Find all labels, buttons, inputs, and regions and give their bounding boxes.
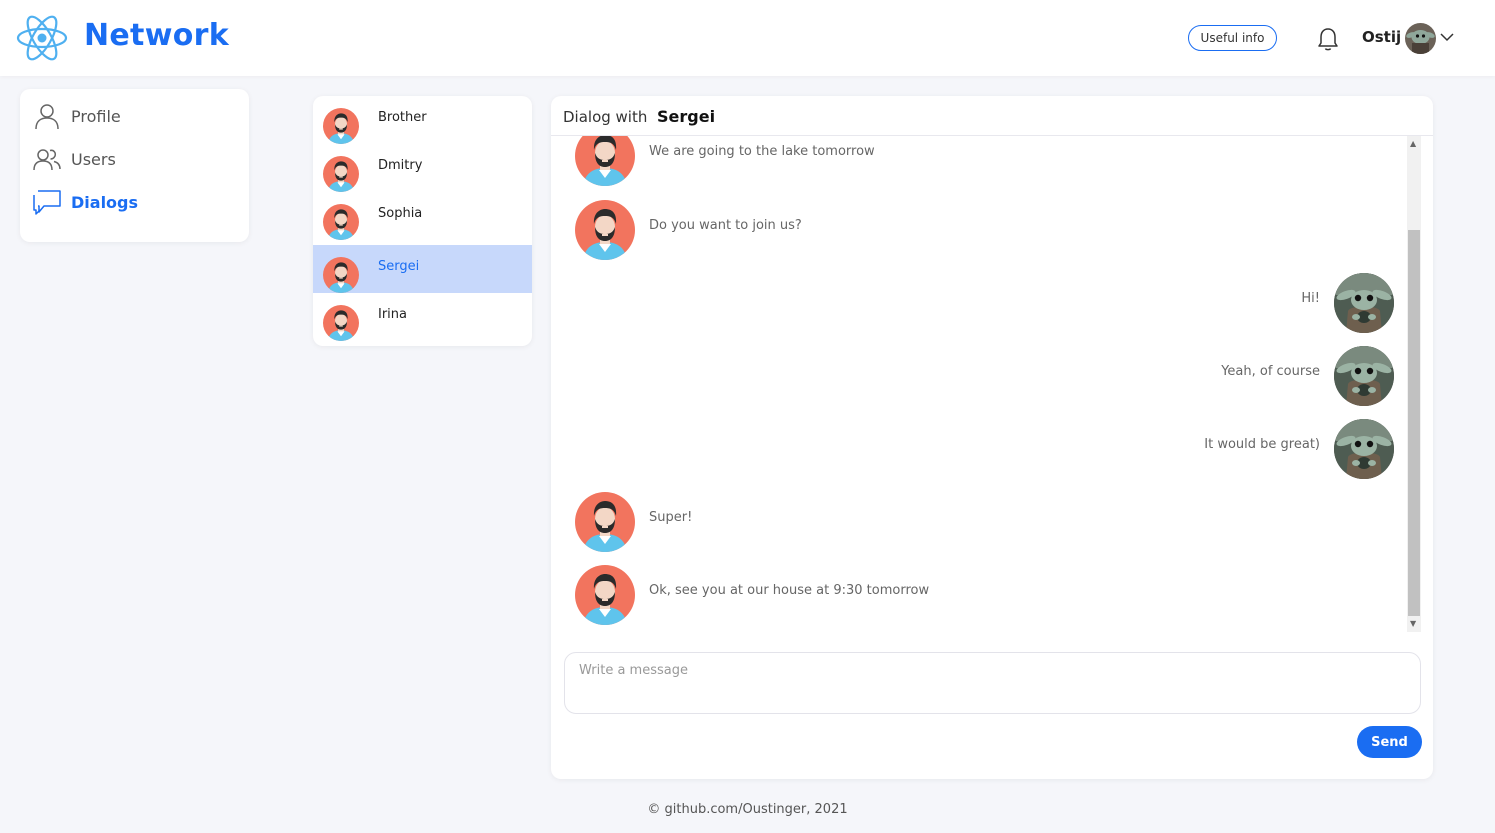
avatar	[323, 108, 359, 144]
message-text: Ok, see you at our house at 9:30 tomorro…	[649, 583, 930, 598]
avatar	[323, 305, 359, 341]
current-user-name[interactable]: Ostij	[1362, 28, 1401, 46]
chat-bubble-icon	[33, 190, 61, 215]
dialog-item-brother[interactable]: Brother	[313, 96, 532, 144]
avatar	[575, 565, 635, 625]
dialog-name: Sophia	[378, 206, 423, 221]
sidebar-item-label: Profile	[71, 106, 121, 126]
scroll-up-icon[interactable]: ▲	[1410, 140, 1416, 148]
users-icon	[33, 149, 61, 171]
dialog-item-sophia[interactable]: Sophia	[313, 192, 532, 240]
react-atom-icon[interactable]	[16, 14, 68, 62]
message-item: Ok, see you at our house at 9:30 tomorro…	[551, 565, 1391, 627]
avatar	[323, 257, 359, 293]
top-header: Network Useful info Ostij	[0, 0, 1495, 76]
scrollbar-thumb[interactable]	[1408, 230, 1420, 616]
message-item: Yeah, of course	[551, 346, 1391, 408]
chat-header: Dialog with Sergei	[551, 96, 1433, 136]
avatar	[575, 492, 635, 552]
avatar	[1334, 419, 1394, 479]
sidebar-item-profile[interactable]: Profile	[33, 101, 121, 131]
dialog-name: Sergei	[378, 259, 420, 274]
message-item: Hi!	[551, 273, 1391, 335]
dialog-name: Irina	[378, 307, 407, 322]
message-text: Yeah, of course	[1221, 364, 1320, 379]
message-item: It would be great)	[551, 419, 1391, 481]
scroll-down-icon[interactable]: ▼	[1410, 620, 1416, 628]
message-text: Super!	[649, 510, 693, 525]
avatar	[323, 204, 359, 240]
message-text: It would be great)	[1204, 437, 1320, 452]
bell-icon[interactable]	[1316, 26, 1340, 52]
dialog-item-irina[interactable]: Irina	[313, 293, 532, 341]
message-text: Hi!	[1301, 291, 1320, 306]
message-item: We are going to the lake tomorrow	[551, 136, 1391, 188]
message-list[interactable]: We are going to the lake tomorrow Do you…	[551, 136, 1421, 632]
sidebar-item-dialogs[interactable]: Dialogs	[33, 187, 138, 217]
message-item: Do you want to join us?	[551, 200, 1391, 262]
send-button[interactable]: Send	[1357, 726, 1422, 758]
sidebar-item-label: Users	[71, 149, 116, 169]
message-text: We are going to the lake tomorrow	[649, 144, 875, 159]
dialog-name: Dmitry	[378, 158, 423, 173]
dialog-item-dmitry[interactable]: Dmitry	[313, 144, 532, 192]
brand-title[interactable]: Network	[84, 18, 229, 53]
footer-copyright: © github.com/Oustinger, 2021	[647, 802, 848, 817]
chat-panel: Dialog with Sergei We are going to the l…	[551, 96, 1433, 779]
message-item: Super!	[551, 492, 1391, 554]
avatar	[575, 200, 635, 260]
message-text: Do you want to join us?	[649, 218, 802, 233]
sidebar-item-users[interactable]: Users	[33, 144, 116, 174]
avatar	[1334, 273, 1394, 333]
dialog-item-sergei[interactable]: Sergei	[313, 245, 532, 293]
sidebar-nav: Profile Users Dialogs	[20, 89, 249, 242]
avatar	[575, 136, 635, 186]
dialogs-list: Brother Dmitry Sophia Sergei Irina	[313, 96, 532, 346]
message-scrollbar[interactable]: ▲ ▼	[1407, 136, 1421, 632]
message-input[interactable]	[564, 652, 1421, 714]
chat-partner-name: Sergei	[657, 107, 716, 126]
sidebar-item-label: Dialogs	[71, 192, 139, 212]
chat-heading-label: Dialog with	[563, 108, 648, 126]
useful-info-button[interactable]: Useful info	[1188, 25, 1277, 51]
chevron-down-icon[interactable]	[1440, 32, 1454, 42]
user-icon	[35, 104, 59, 130]
avatar	[323, 156, 359, 192]
dialog-name: Brother	[378, 110, 427, 125]
avatar	[1334, 346, 1394, 406]
current-user-avatar[interactable]	[1405, 23, 1436, 54]
